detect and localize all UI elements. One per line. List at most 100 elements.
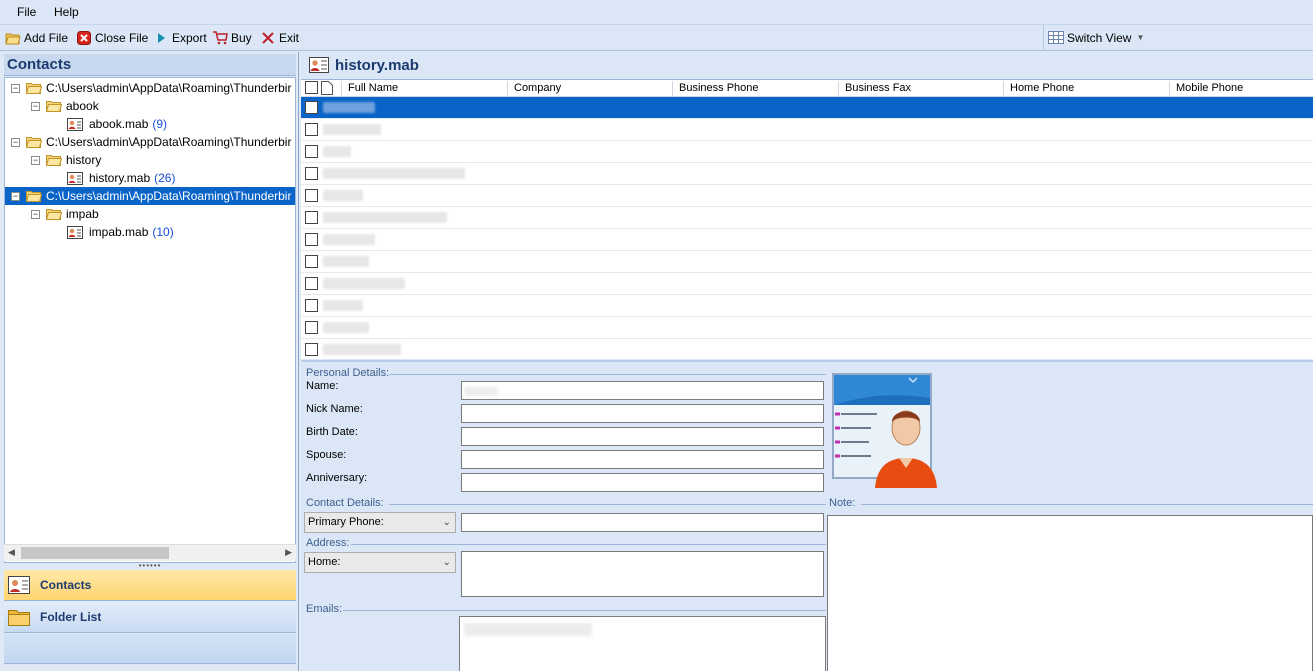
nav-folder-list-button[interactable]: Folder List xyxy=(4,602,296,633)
tree-file-impab[interactable]: impab.mab (10) xyxy=(67,223,174,241)
add-file-label: Add File xyxy=(24,31,69,45)
table-row[interactable] xyxy=(301,295,1313,317)
horizontal-scrollbar[interactable]: ◀ ▶ xyxy=(4,544,296,561)
select-all-checkbox[interactable] xyxy=(305,81,318,94)
table-row[interactable] xyxy=(301,163,1313,185)
table-row[interactable] xyxy=(301,141,1313,163)
column-business-phone[interactable]: Business Phone xyxy=(672,81,839,96)
tree-file-abook[interactable]: abook.mab (9) xyxy=(67,115,167,133)
column-full-name[interactable]: Full Name xyxy=(341,81,508,96)
grid-view-icon xyxy=(1048,30,1064,45)
grid-header: Full Name Company Business Phone Busines… xyxy=(301,80,1313,97)
primary-phone-dropdown-value: Primary Phone: xyxy=(308,516,384,528)
row-checkbox[interactable] xyxy=(305,189,318,202)
divider xyxy=(389,504,826,505)
row-checkbox[interactable] xyxy=(305,167,318,180)
nav-contacts-label: Contacts xyxy=(40,578,92,592)
nick-name-field[interactable] xyxy=(461,404,824,423)
phone-field[interactable] xyxy=(461,513,824,532)
address-card-icon xyxy=(8,576,30,594)
column-company[interactable]: Company xyxy=(507,81,673,96)
redacted-text xyxy=(464,623,592,636)
redacted-text xyxy=(323,190,363,201)
table-row[interactable] xyxy=(301,119,1313,141)
table-row[interactable] xyxy=(301,229,1313,251)
row-checkbox[interactable] xyxy=(305,343,318,356)
left-panel: Contacts − C:\Users\admin\AppData\Roamin… xyxy=(0,52,299,671)
chevron-down-icon: ⌄ xyxy=(442,557,451,568)
name-field[interactable] xyxy=(461,381,824,400)
tree-path-2: C:\Users\admin\AppData\Roaming\Thunderbi… xyxy=(46,135,292,149)
row-checkbox[interactable] xyxy=(305,321,318,334)
export-button[interactable]: Export xyxy=(153,30,207,46)
birth-date-field[interactable] xyxy=(461,427,824,446)
table-row[interactable] xyxy=(301,97,1313,119)
row-checkbox[interactable] xyxy=(305,211,318,224)
tree-root-1[interactable]: − C:\Users\admin\AppData\Roaming\Thunder… xyxy=(11,79,291,97)
tree-folder-impab[interactable]: − impab xyxy=(31,205,99,223)
redacted-text xyxy=(323,322,369,333)
switch-view-button[interactable]: Switch View ▼ xyxy=(1043,25,1311,50)
menu-help[interactable]: Help xyxy=(54,5,79,19)
tree-file-count: (9) xyxy=(152,117,168,131)
tree-folder-abook[interactable]: − abook xyxy=(31,97,99,115)
close-file-button[interactable]: Close File xyxy=(76,30,148,46)
buy-label: Buy xyxy=(231,31,252,45)
personal-details-label: Personal Details: xyxy=(306,367,390,379)
column-home-phone[interactable]: Home Phone xyxy=(1003,81,1170,96)
address-card-icon xyxy=(67,117,83,131)
add-file-button[interactable]: Add File xyxy=(5,30,68,46)
redacted-text xyxy=(323,124,381,135)
collapse-icon[interactable]: − xyxy=(31,209,40,219)
collapse-icon[interactable]: − xyxy=(11,137,20,147)
anniversary-field[interactable] xyxy=(461,473,824,492)
tree-file-label: impab.mab xyxy=(89,225,149,239)
note-field[interactable] xyxy=(827,515,1313,671)
collapse-icon[interactable]: − xyxy=(31,155,40,165)
row-checkbox[interactable] xyxy=(305,255,318,268)
menu-file[interactable]: File xyxy=(17,5,36,19)
exit-button[interactable]: Exit xyxy=(260,30,299,46)
tree-root-3[interactable]: − C:\Users\admin\AppData\Roaming\Thunder… xyxy=(5,187,295,205)
primary-phone-dropdown[interactable]: Primary Phone: ⌄ xyxy=(304,512,456,533)
tree-file-history[interactable]: history.mab (26) xyxy=(67,169,175,187)
address-type-dropdown[interactable]: Home: ⌄ xyxy=(304,552,456,573)
address-label: Address: xyxy=(306,537,350,549)
collapse-icon[interactable]: − xyxy=(31,101,40,111)
table-row[interactable] xyxy=(301,339,1313,359)
contacts-grid: Full Name Company Business Phone Busines… xyxy=(301,79,1313,359)
contacts-panel-title: Contacts xyxy=(7,56,72,73)
toolbar: Add File Close File Export Buy Exit Swit… xyxy=(0,25,1313,51)
emails-label: Emails: xyxy=(306,603,343,615)
row-checkbox[interactable] xyxy=(305,299,318,312)
scroll-left-icon[interactable]: ◀ xyxy=(8,547,15,558)
contact-details-panel: Personal Details: Name: Nick Name: Birth… xyxy=(301,360,1313,671)
address-field[interactable] xyxy=(461,551,824,597)
buy-button[interactable]: Buy xyxy=(212,30,252,46)
collapse-icon[interactable]: − xyxy=(11,191,20,201)
tree-folder-history[interactable]: − history xyxy=(31,151,101,169)
table-row[interactable] xyxy=(301,273,1313,295)
table-row[interactable] xyxy=(301,207,1313,229)
row-checkbox[interactable] xyxy=(305,233,318,246)
row-checkbox[interactable] xyxy=(305,145,318,158)
row-checkbox[interactable] xyxy=(305,277,318,290)
tree-root-2[interactable]: − C:\Users\admin\AppData\Roaming\Thunder… xyxy=(11,133,291,151)
redacted-text xyxy=(323,102,375,113)
row-checkbox[interactable] xyxy=(305,101,318,114)
column-mobile-phone[interactable]: Mobile Phone xyxy=(1169,81,1313,96)
emails-field[interactable] xyxy=(459,616,826,671)
nav-contacts-button[interactable]: Contacts xyxy=(4,570,296,601)
table-row[interactable] xyxy=(301,251,1313,273)
spouse-label: Spouse: xyxy=(306,449,347,461)
row-checkbox[interactable] xyxy=(305,123,318,136)
table-row[interactable] xyxy=(301,317,1313,339)
scroll-right-icon[interactable]: ▶ xyxy=(285,547,292,558)
tree-path-1: C:\Users\admin\AppData\Roaming\Thunderbi… xyxy=(46,81,292,95)
collapse-icon[interactable]: − xyxy=(11,83,20,93)
table-row[interactable] xyxy=(301,185,1313,207)
scroll-thumb[interactable] xyxy=(21,547,169,559)
column-business-fax[interactable]: Business Fax xyxy=(838,81,1004,96)
nav-overflow-area xyxy=(4,634,296,664)
spouse-field[interactable] xyxy=(461,450,824,469)
